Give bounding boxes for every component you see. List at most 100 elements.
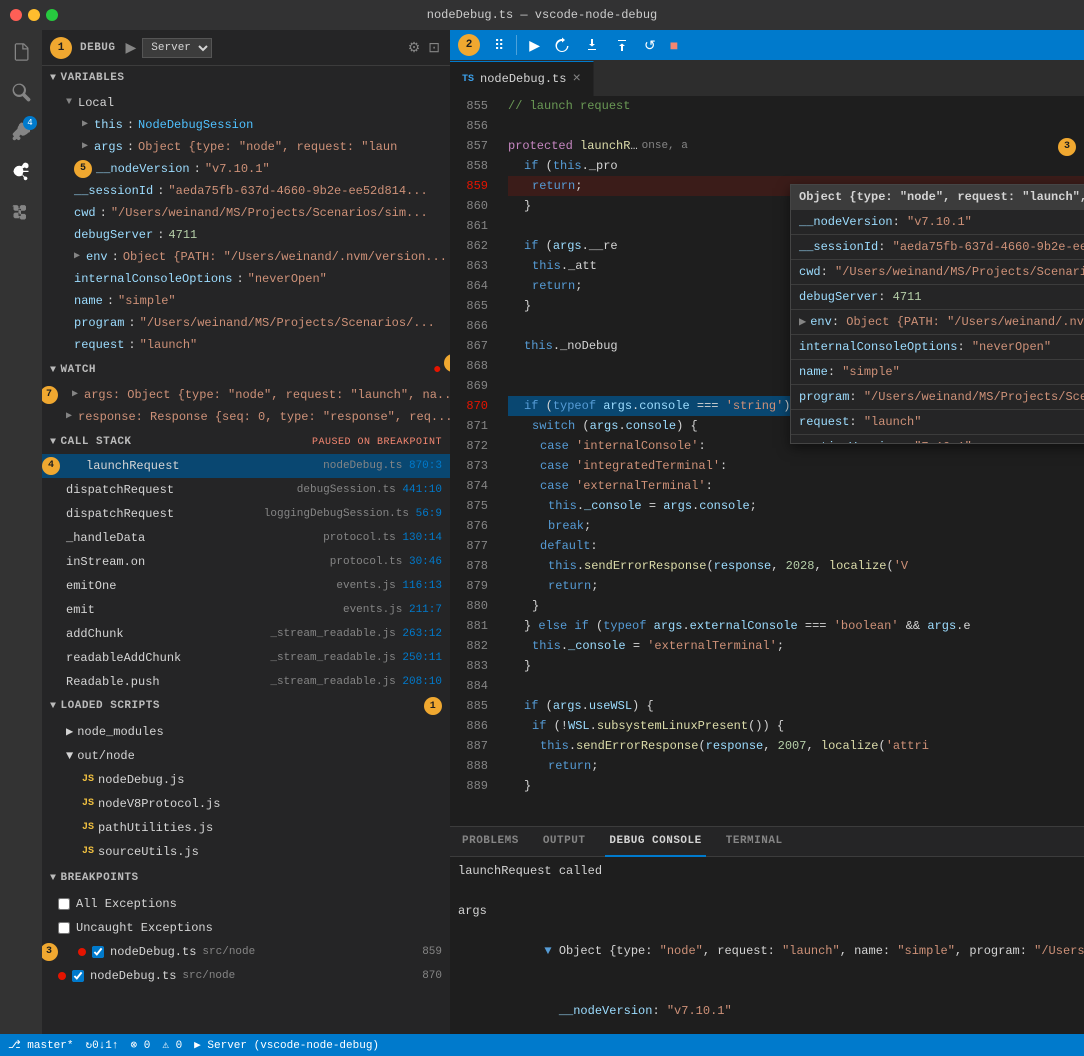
- hover-env[interactable]: ▶env: Object {PATH: "/Users/weinand/.nvm…: [791, 310, 1084, 335]
- scripts-nodev8[interactable]: JS nodeV8Protocol.js: [42, 792, 450, 816]
- panel-content[interactable]: launchRequest called args ▼ Object {type…: [450, 857, 1084, 1056]
- scripts-sourceutils[interactable]: JS sourceUtils.js: [42, 840, 450, 864]
- callstack-item-4[interactable]: inStream.on protocol.ts 30:46: [42, 550, 450, 574]
- callstack-item-3[interactable]: _handleData protocol.ts 130:14: [42, 526, 450, 550]
- bp-nodedebug-0-checkbox[interactable]: [92, 946, 104, 958]
- var-request[interactable]: request: "launch": [42, 334, 450, 356]
- panel-tab-debug-console[interactable]: DEBUG CONSOLE: [605, 827, 705, 857]
- continue-button[interactable]: ▶: [523, 33, 546, 58]
- bp-all-exceptions[interactable]: All Exceptions: [42, 892, 450, 916]
- scripts-pathutils[interactable]: JS pathUtilities.js: [42, 816, 450, 840]
- code-line-887: this.sendErrorResponse(response, 2007, l…: [508, 736, 1084, 756]
- tab-label: nodeDebug.ts: [480, 72, 566, 86]
- callstack-item-5[interactable]: emitOne events.js 116:13: [42, 574, 450, 598]
- extensions-icon[interactable]: [7, 198, 35, 226]
- callstack-item-2[interactable]: dispatchRequest loggingDebugSession.ts 5…: [42, 502, 450, 526]
- callstack-item-1[interactable]: dispatchRequest debugSession.ts 441:10: [42, 478, 450, 502]
- variables-header[interactable]: ▼ VARIABLES: [42, 66, 450, 90]
- window-controls[interactable]: [10, 9, 58, 21]
- step-out-button[interactable]: [608, 33, 636, 57]
- watch-response[interactable]: ▶ response: Response {seq: 0, type: "res…: [42, 406, 450, 428]
- close-btn[interactable]: [10, 9, 22, 21]
- var-program[interactable]: program: "/Users/weinand/MS/Projects/Sce…: [42, 312, 450, 334]
- scripts-node-modules[interactable]: ▶ node_modules: [42, 720, 450, 744]
- scripts-content: ▶ node_modules ▼ out/node JS nodeDebug.j…: [42, 718, 450, 866]
- debug-config-select[interactable]: Server: [142, 38, 212, 58]
- watch-args[interactable]: 7 ▶ args: Object {type: "node", request:…: [42, 384, 450, 406]
- maximize-btn[interactable]: [46, 9, 58, 21]
- callstack-header[interactable]: ▼ CALL STACK PAUSED ON BREAKPOINT: [42, 430, 450, 454]
- bp-all-exceptions-checkbox[interactable]: [58, 898, 70, 910]
- code-line-880: }: [508, 596, 1084, 616]
- hover-name: name: "simple": [791, 360, 1084, 385]
- panel-tab-terminal[interactable]: TERMINAL: [722, 827, 787, 857]
- panel-tab-problems[interactable]: PROBLEMS: [458, 827, 523, 857]
- var-env[interactable]: ▶ env: Object {PATH: "/Users/weinand/.nv…: [42, 246, 450, 268]
- titlebar: nodeDebug.ts — vscode-node-debug: [0, 0, 1084, 30]
- debug-sidebar-icon[interactable]: [7, 158, 35, 186]
- code-line-856: [508, 116, 1084, 136]
- panel-line-1: [458, 881, 1076, 901]
- breakpoints-header[interactable]: ▼ BREAKPOINTS: [42, 866, 450, 890]
- breakpoints-label: BREAKPOINTS: [61, 872, 139, 884]
- tab-nodedebug[interactable]: TS nodeDebug.ts ×: [450, 61, 594, 96]
- tab-close-btn[interactable]: ×: [572, 71, 580, 87]
- files-icon[interactable]: [7, 38, 35, 66]
- stop-button[interactable]: ■: [664, 33, 684, 57]
- var-sessionid[interactable]: __sessionId: "aeda75fb-637d-4660-9b2e-ee…: [42, 180, 450, 202]
- status-warnings[interactable]: ⚠ 0: [162, 1038, 182, 1052]
- var-debugserver[interactable]: debugServer: 4711: [42, 224, 450, 246]
- debug-terminal-button[interactable]: ⊡: [426, 37, 442, 58]
- local-group[interactable]: ▼ Local: [42, 92, 450, 114]
- step-into-button[interactable]: [578, 33, 606, 57]
- debug-config-wrapper: ▶ Server: [124, 37, 213, 58]
- hover-request: request: "launch": [791, 410, 1084, 435]
- hover-popup: Object {type: "node", request: "launch",…: [790, 184, 1084, 444]
- variables-section: ▼ VARIABLES ▼ Local ▶ this: NodeDebugSes…: [42, 66, 450, 358]
- variables-arrow: ▼: [50, 73, 57, 84]
- var-name[interactable]: name: "simple": [42, 290, 450, 312]
- status-sync[interactable]: ↻0↓1↑: [85, 1038, 118, 1052]
- watch-header[interactable]: ▼ WATCH 3 ●: [42, 358, 450, 382]
- panel-tab-output[interactable]: OUTPUT: [539, 827, 590, 857]
- bp-uncaught-exceptions-checkbox[interactable]: [58, 922, 70, 934]
- status-branch[interactable]: ⎇ master*: [8, 1038, 73, 1052]
- drag-handle-btn[interactable]: ⠿: [488, 33, 510, 58]
- var-cwd[interactable]: cwd: "/Users/weinand/MS/Projects/Scenari…: [42, 202, 450, 224]
- var-args[interactable]: ▶ args: Object {type: "node", request: "…: [42, 136, 450, 158]
- minimize-btn[interactable]: [28, 9, 40, 21]
- panel-line-3: ▼ Object {type: "node", request: "launch…: [458, 921, 1076, 981]
- bp-item-0[interactable]: 3 nodeDebug.ts src/node 859: [42, 940, 450, 964]
- bp-item-1[interactable]: nodeDebug.ts src/node 870: [42, 964, 450, 988]
- callstack-item-8[interactable]: readableAddChunk _stream_readable.js 250…: [42, 646, 450, 670]
- var-nodeversion[interactable]: 5 __nodeVersion: "v7.10.1": [42, 158, 450, 180]
- bp-nodedebug-1-checkbox[interactable]: [72, 970, 84, 982]
- hover-cwd: cwd: "/Users/weinand/MS/Projects/Scenari…: [791, 260, 1084, 285]
- var-this[interactable]: ▶ this: NodeDebugSession: [42, 114, 450, 136]
- code-line-888: return;: [508, 756, 1084, 776]
- git-icon[interactable]: 4: [7, 118, 35, 146]
- code-line-878: this.sendErrorResponse(response, 2028, l…: [508, 556, 1084, 576]
- run-debug-button[interactable]: ▶: [124, 37, 139, 58]
- var-console-opts[interactable]: internalConsoleOptions: "neverOpen": [42, 268, 450, 290]
- status-errors[interactable]: ⊗ 0: [131, 1038, 151, 1052]
- callstack-item-6[interactable]: emit events.js 211:7: [42, 598, 450, 622]
- scripts-nodedebug[interactable]: JS nodeDebug.js: [42, 768, 450, 792]
- hover-program: program: "/Users/weinand/MS/Projects/Sce…: [791, 385, 1084, 410]
- watch-label: WATCH: [61, 364, 97, 376]
- debug-gear-button[interactable]: ⚙: [406, 37, 423, 58]
- loaded-scripts-header[interactable]: ▼ LOADED SCRIPTS 1: [42, 694, 450, 718]
- status-debug-server[interactable]: ▶ Server (vscode-node-debug): [194, 1038, 379, 1052]
- bp-uncaught-exceptions[interactable]: Uncaught Exceptions: [42, 916, 450, 940]
- search-icon[interactable]: [7, 78, 35, 106]
- code-line-855: // launch request: [508, 96, 1084, 116]
- callstack-item-9[interactable]: Readable.push _stream_readable.js 208:10: [42, 670, 450, 694]
- callstack-item-7[interactable]: addChunk _stream_readable.js 263:12: [42, 622, 450, 646]
- restart-button[interactable]: ↺: [638, 33, 662, 58]
- scripts-out-node[interactable]: ▼ out/node: [42, 744, 450, 768]
- number-label-2: 2: [458, 34, 480, 56]
- code-line-858: if (this._pro: [508, 156, 1084, 176]
- callstack-item-0[interactable]: 4 launchRequest nodeDebug.ts 870:3: [42, 454, 450, 478]
- code-line-886: if (!WSL.subsystemLinuxPresent()) {: [508, 716, 1084, 736]
- step-over-button[interactable]: [548, 33, 576, 57]
